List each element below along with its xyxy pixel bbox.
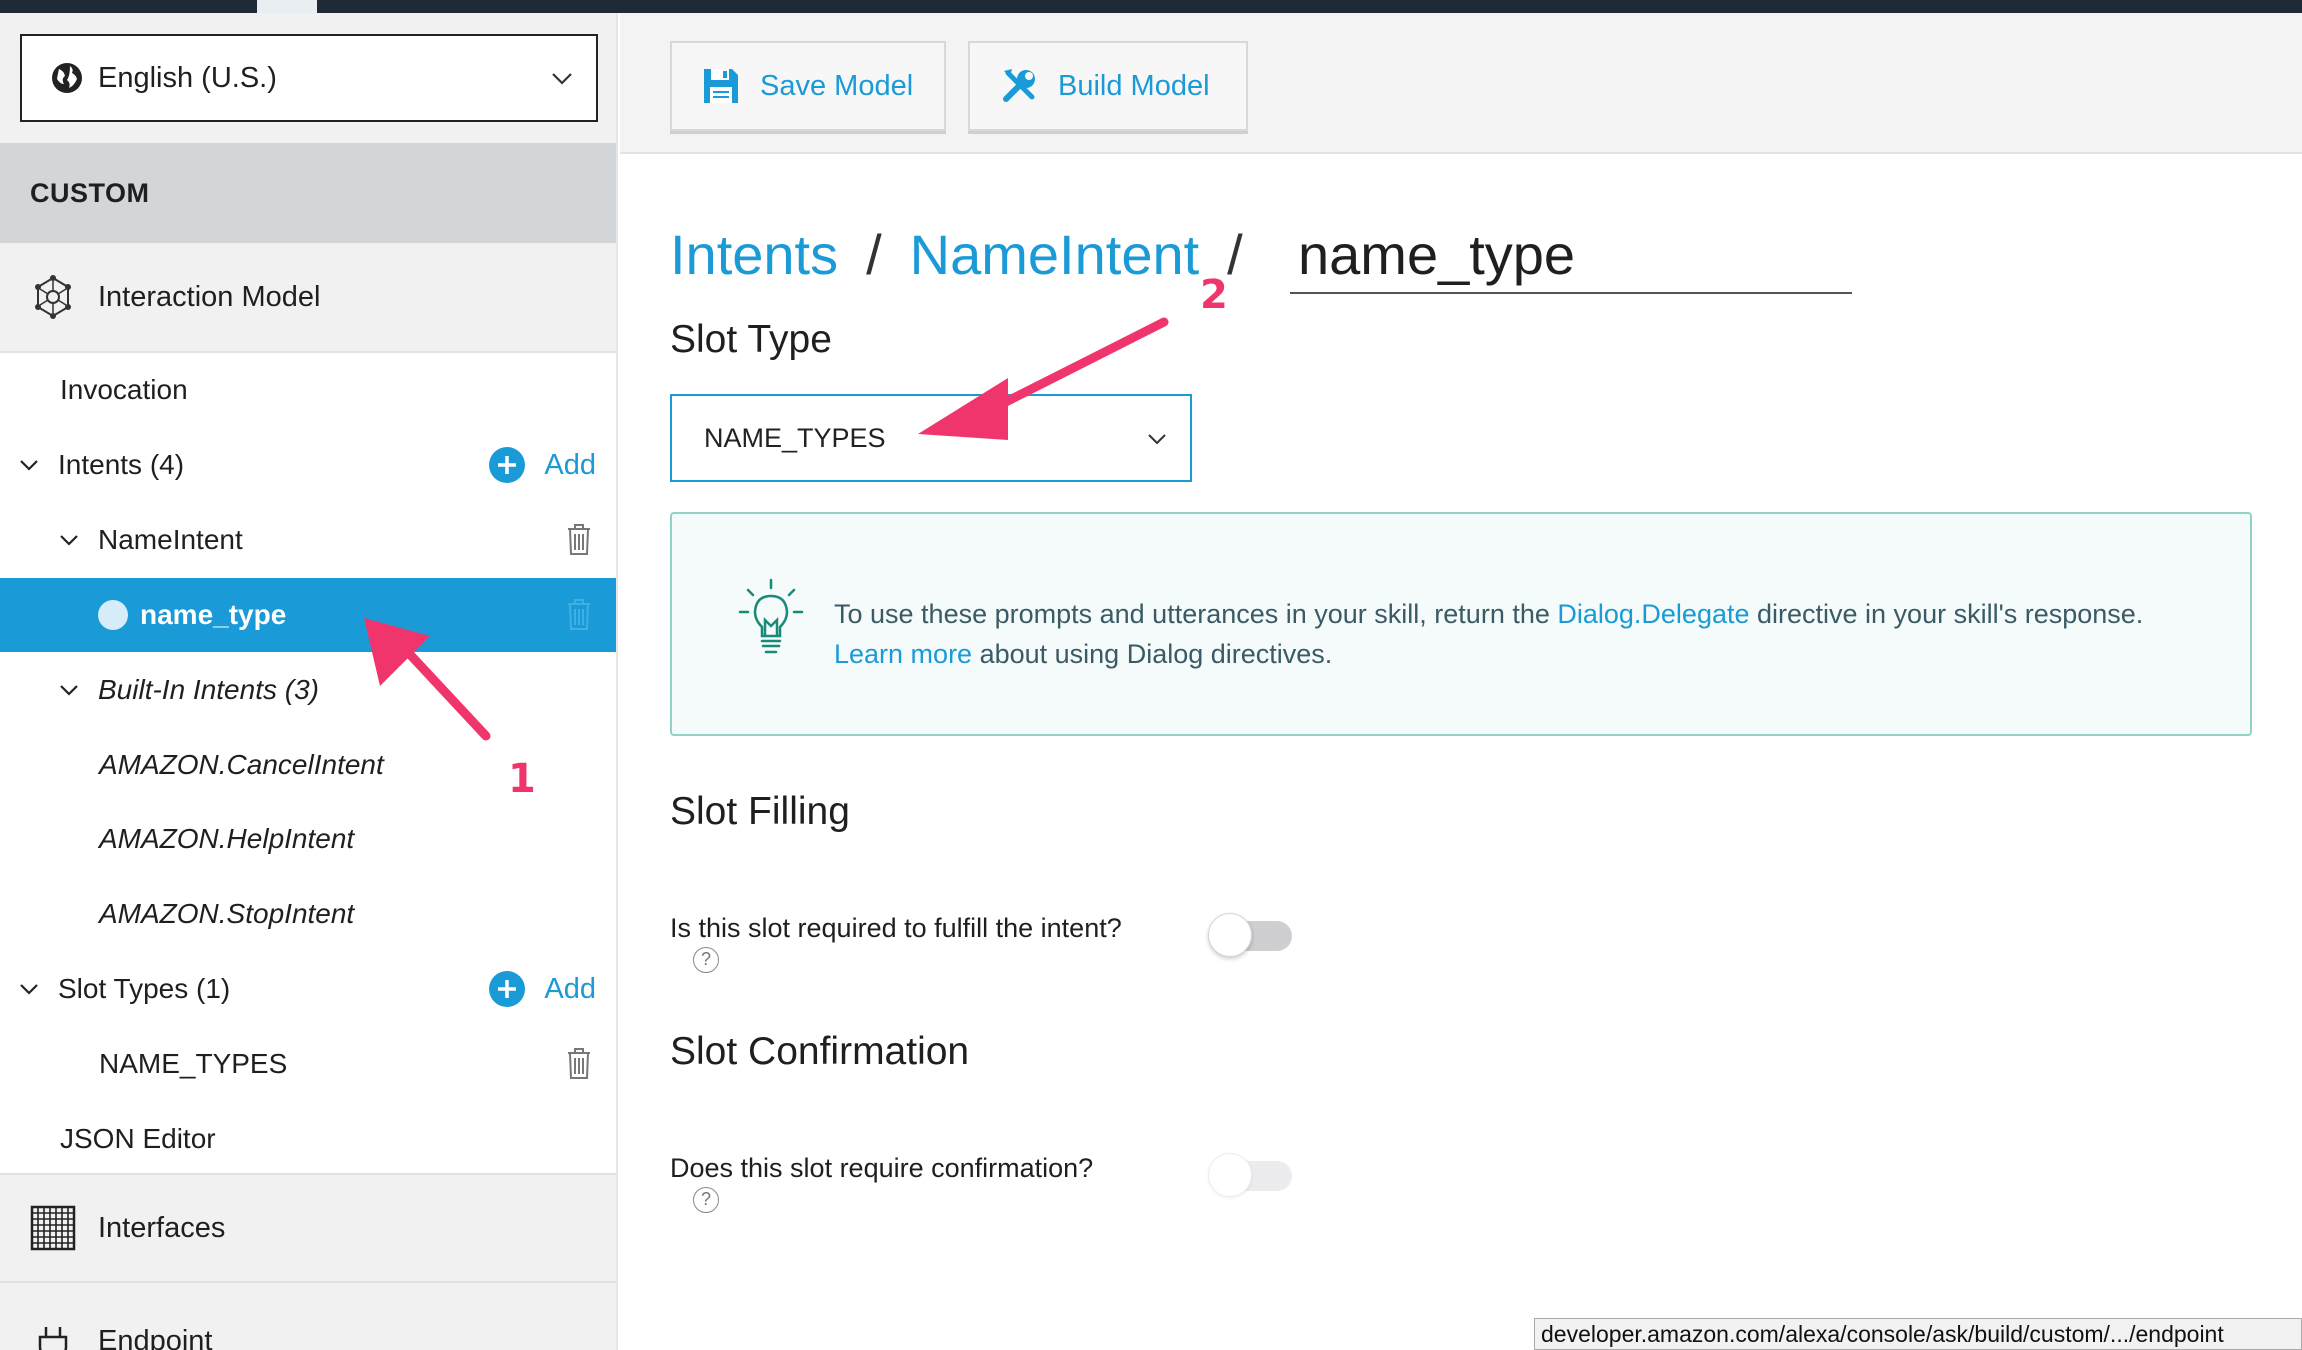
chevron-down-icon[interactable]	[58, 679, 80, 701]
status-bar-url: developer.amazon.com/alexa/console/ask/b…	[1534, 1318, 2302, 1350]
plus-circle-icon	[489, 447, 526, 483]
sidebar-item-name-types[interactable]: NAME_TYPES	[0, 1027, 616, 1101]
breadcrumb-nameintent-link[interactable]: NameIntent	[910, 222, 1200, 287]
trash-icon[interactable]	[564, 596, 594, 632]
annotation-label-2: 2	[1200, 272, 1228, 318]
slot-required-question: Is this slot required to fulfill the int…	[670, 913, 1122, 943]
sidebar-item-name-type[interactable]: name_type	[0, 578, 616, 652]
build-model-label: Build Model	[1058, 69, 1210, 102]
language-zone: English (U.S.)	[0, 13, 616, 143]
chevron-down-icon	[1148, 434, 1166, 445]
learn-more-link[interactable]: Learn more	[834, 639, 972, 669]
name-types-label: NAME_TYPES	[99, 1048, 288, 1079]
plus-circle-icon	[489, 971, 526, 1007]
breadcrumb-intents-link[interactable]: Intents	[670, 222, 838, 287]
intents-label: Intents (4)	[58, 449, 185, 480]
info-text-part-1: To use these prompts and utterances in y…	[834, 599, 1558, 629]
slot-confirmation-toggle[interactable]	[1208, 1153, 1292, 1197]
annotation-label-1: 1	[508, 756, 536, 802]
chevron-down-icon[interactable]	[58, 529, 80, 551]
name-type-label: name_type	[140, 599, 287, 630]
toggle-knob	[1208, 1153, 1252, 1197]
breadcrumb: Intents / NameIntent /	[670, 222, 1271, 287]
slot-types-label: Slot Types (1)	[58, 973, 231, 1004]
invocation-label: Invocation	[60, 374, 188, 405]
help-intent-label: AMAZON.HelpIntent	[99, 823, 355, 854]
slot-type-select[interactable]: NAME_TYPES	[670, 394, 1192, 482]
sidebar-item-json-editor[interactable]: JSON Editor	[0, 1102, 616, 1176]
tools-icon	[1003, 69, 1035, 102]
trash-icon[interactable]	[564, 1045, 594, 1081]
help-icon[interactable]: ?	[693, 947, 719, 973]
sidebar-item-invocation[interactable]: Invocation	[0, 353, 616, 427]
built-in-intents-label: Built-In Intents (3)	[98, 674, 319, 705]
slot-type-select-value: NAME_TYPES	[704, 422, 886, 453]
help-icon[interactable]: ?	[693, 1187, 719, 1213]
trash-icon[interactable]	[564, 521, 594, 557]
sidebar-section-interfaces[interactable]: Interfaces	[0, 1173, 616, 1283]
lightbulb-icon	[738, 578, 804, 654]
add-intent-label: Add	[544, 448, 596, 481]
sidebar-item-help-intent[interactable]: AMAZON.HelpIntent	[0, 802, 616, 876]
slot-name-field[interactable]: name_type	[1290, 222, 1852, 294]
slot-dot-icon	[98, 600, 128, 630]
sidebar-item-stop-intent[interactable]: AMAZON.StopIntent	[0, 877, 616, 951]
sidebar-item-built-in-intents[interactable]: Built-In Intents (3)	[0, 653, 616, 727]
plug-icon	[38, 1327, 68, 1350]
add-intent-button[interactable]: Add	[488, 446, 596, 484]
interaction-model-label: Interaction Model	[98, 280, 321, 313]
language-select-value: English (U.S.)	[98, 61, 277, 94]
floppy-disk-icon	[704, 69, 738, 103]
info-text-part-3: about using Dialog directives.	[972, 639, 1333, 669]
slot-required-toggle[interactable]	[1208, 913, 1292, 957]
interfaces-grid-icon	[30, 1205, 76, 1251]
save-model-label: Save Model	[760, 69, 914, 102]
breadcrumb-separator: /	[1227, 223, 1243, 286]
slot-confirmation-question: Does this slot require confirmation?	[670, 1153, 1094, 1183]
cancel-intent-label: AMAZON.CancelIntent	[99, 749, 384, 780]
globe-icon	[52, 63, 82, 93]
build-model-button[interactable]: Build Model	[968, 41, 1248, 131]
info-text: To use these prompts and utterances in y…	[834, 594, 2234, 674]
chevron-down-icon	[552, 73, 572, 85]
interaction-model-icon	[35, 275, 71, 319]
info-text-part-2: directive in your skill's response.	[1749, 599, 2144, 629]
json-editor-label: JSON Editor	[60, 1123, 216, 1154]
main-toolbar: Save Model Build Model	[620, 13, 2302, 154]
toggle-knob	[1208, 913, 1252, 957]
sidebar-section-interaction-model[interactable]: Interaction Model	[0, 243, 616, 353]
breadcrumb-separator: /	[866, 223, 882, 286]
sidebar-section-endpoint[interactable]: Endpoint	[0, 1283, 616, 1350]
sidebar-item-nameintent[interactable]: NameIntent	[0, 503, 616, 577]
browser-top-bar	[0, 0, 2302, 13]
chevron-down-icon[interactable]	[18, 454, 40, 476]
sidebar-item-intents[interactable]: Intents (4) Add	[0, 428, 616, 502]
slot-type-heading: Slot Type	[670, 318, 832, 361]
add-slot-type-button[interactable]: Add	[488, 970, 596, 1008]
endpoint-label: Endpoint	[98, 1325, 213, 1350]
save-model-button[interactable]: Save Model	[670, 41, 946, 131]
stop-intent-label: AMAZON.StopIntent	[99, 898, 355, 929]
interfaces-label: Interfaces	[98, 1211, 226, 1244]
add-slot-type-label: Add	[544, 972, 596, 1005]
language-select[interactable]: English (U.S.)	[20, 34, 598, 122]
chevron-down-icon[interactable]	[18, 978, 40, 1000]
slot-confirmation-heading: Slot Confirmation	[670, 1030, 970, 1073]
dialog-delegate-info-box: To use these prompts and utterances in y…	[670, 512, 2252, 736]
custom-section-header: CUSTOM	[0, 143, 616, 243]
dialog-delegate-link[interactable]: Dialog.Delegate	[1557, 599, 1749, 629]
sidebar-item-slot-types[interactable]: Slot Types (1) Add	[0, 952, 616, 1026]
sidebar: English (U.S.) CUSTOM Interaction Model …	[0, 13, 618, 1350]
active-tab-indicator	[257, 0, 317, 13]
slot-filling-heading: Slot Filling	[670, 790, 850, 833]
nameintent-label: NameIntent	[98, 524, 243, 555]
